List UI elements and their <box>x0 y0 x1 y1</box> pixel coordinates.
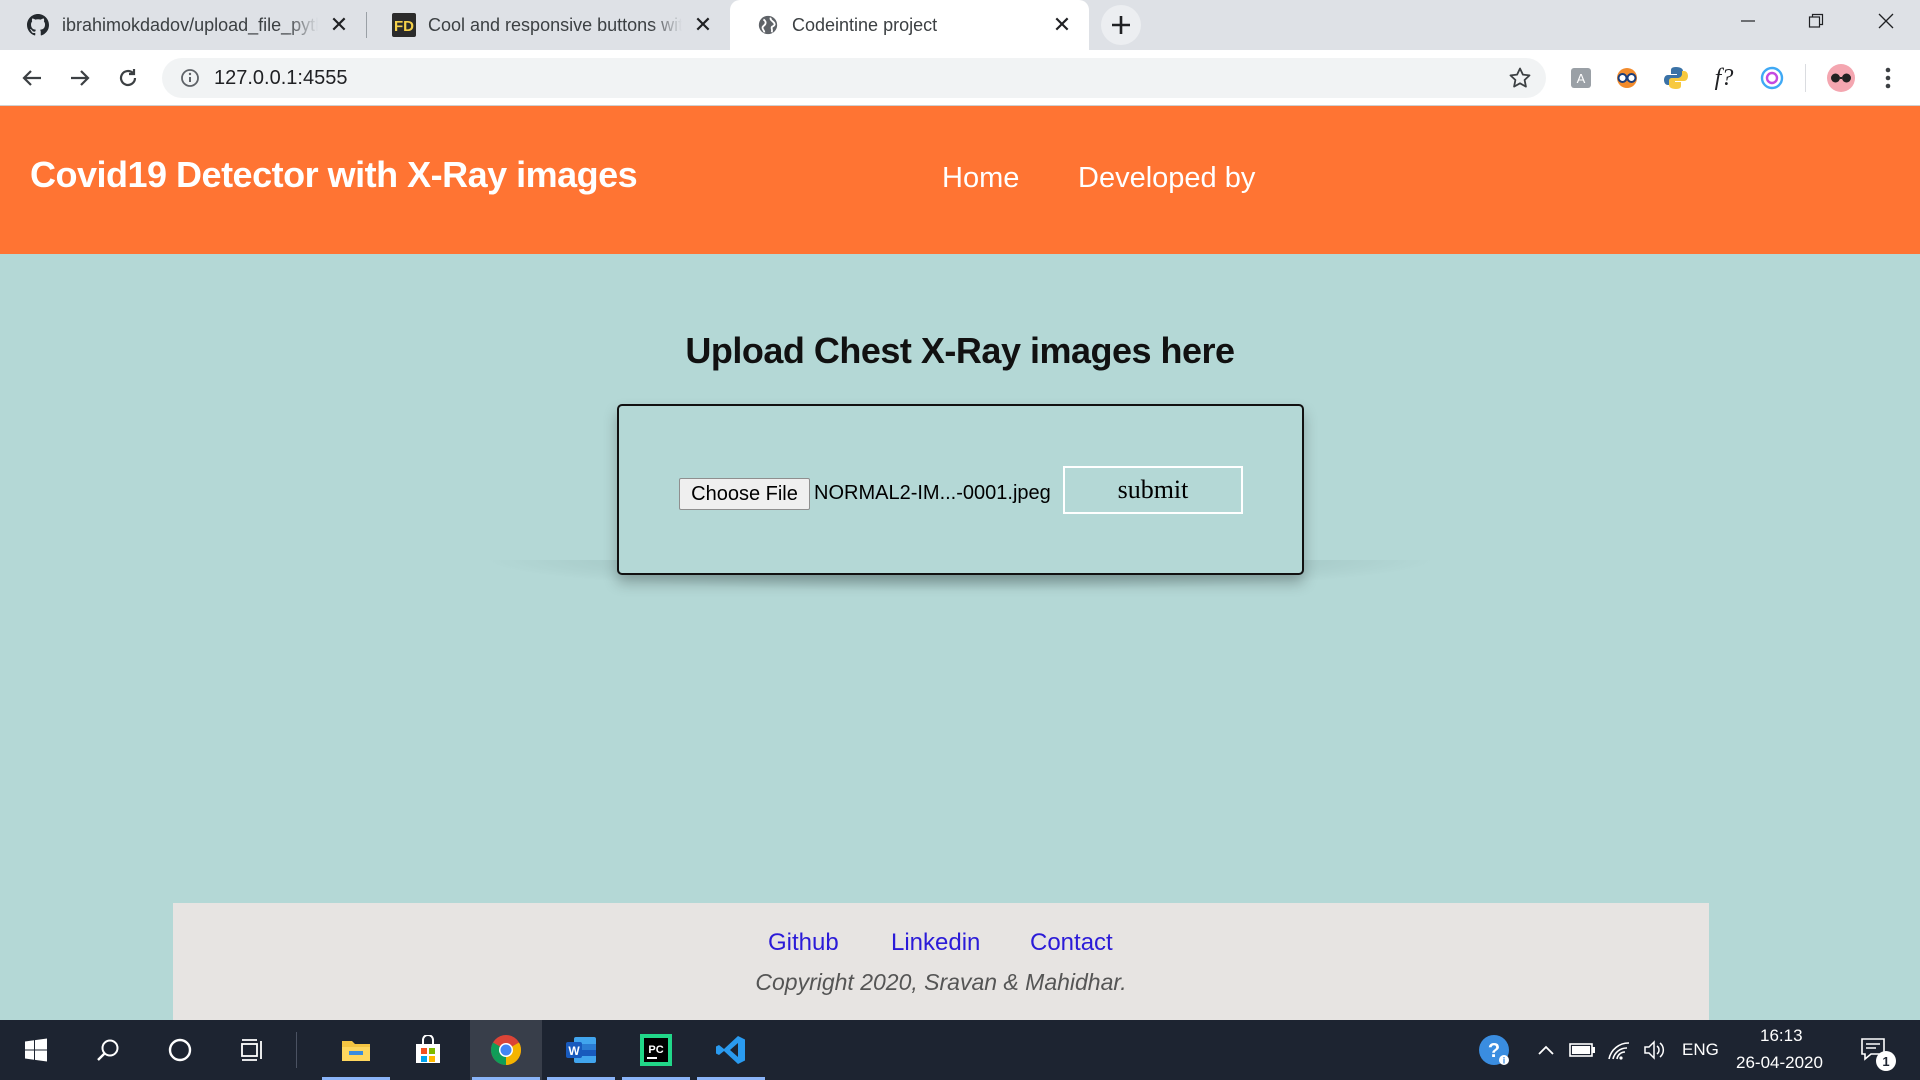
browser-tab-active[interactable]: Codeintine project ✕ <box>730 0 1089 50</box>
github-icon <box>26 13 50 37</box>
task-view-icon[interactable] <box>216 1020 288 1080</box>
pycharm-icon[interactable]: PC <box>620 1020 692 1080</box>
choose-file-button[interactable]: Choose File <box>679 478 810 510</box>
svg-text:FD: FD <box>394 18 414 35</box>
windows-taskbar: W PC ? i ENG 16:13 26-04-2020 1 <box>0 1020 1920 1080</box>
svg-text:A: A <box>1577 71 1586 86</box>
word-icon[interactable]: W <box>545 1020 617 1080</box>
nav-developed-by-link[interactable]: Developed by <box>1078 162 1255 195</box>
svg-text:W: W <box>568 1044 580 1058</box>
close-icon[interactable]: ✕ <box>328 12 350 37</box>
microsoft-store-icon[interactable] <box>392 1020 464 1080</box>
url-text: 127.0.0.1:4555 <box>214 67 348 89</box>
file-explorer-icon[interactable] <box>320 1020 392 1080</box>
forward-arrow-icon[interactable] <box>60 58 100 98</box>
chrome-taskbar-icon[interactable] <box>470 1020 542 1080</box>
windows-start-icon[interactable] <box>0 1020 72 1080</box>
profile-avatar-icon[interactable] <box>1824 64 1858 92</box>
upload-heading: Upload Chest X-Ray images here <box>685 330 1235 371</box>
volume-icon[interactable] <box>1638 1020 1672 1080</box>
address-bar[interactable]: 127.0.0.1:4555 <box>162 58 1546 98</box>
extension-target-icon[interactable] <box>1758 64 1786 92</box>
back-arrow-icon[interactable] <box>12 58 52 98</box>
input-language[interactable]: ENG <box>1682 1040 1719 1060</box>
help-icon[interactable]: ? i <box>1470 1020 1518 1080</box>
notifications-icon[interactable]: 1 <box>1850 1020 1898 1080</box>
taskbar-divider <box>296 1032 297 1068</box>
cortana-icon[interactable] <box>144 1020 216 1080</box>
svg-text:i: i <box>1503 1056 1506 1066</box>
extension-translate-icon[interactable]: A <box>1567 64 1595 92</box>
site-header: Covid19 Detector with X-Ray images Home … <box>0 106 1920 254</box>
show-hidden-icons-chevron-icon[interactable] <box>1530 1020 1562 1080</box>
vscode-icon[interactable] <box>695 1020 767 1080</box>
extension-python-icon[interactable] <box>1662 64 1690 92</box>
minimize-icon[interactable] <box>1714 0 1782 42</box>
upload-form: Choose File NORMAL2-IM...-0001.jpeg subm… <box>617 404 1304 575</box>
bookmark-star-icon[interactable] <box>1506 64 1534 92</box>
browser-tab-github[interactable]: ibrahimokdadov/upload_file_python ✕ <box>0 0 366 50</box>
clock-time[interactable]: 16:13 <box>1760 1026 1803 1046</box>
submit-button[interactable]: submit <box>1063 466 1243 514</box>
restore-icon[interactable] <box>1782 0 1850 42</box>
svg-text:?: ? <box>1488 1040 1500 1062</box>
wifi-icon[interactable] <box>1602 1020 1636 1080</box>
extension-glasses-icon[interactable] <box>1613 64 1641 92</box>
svg-text:PC: PC <box>648 1044 663 1056</box>
toolbar-divider <box>1805 64 1806 92</box>
reload-icon[interactable] <box>108 58 148 98</box>
fd-icon: FD <box>392 13 416 37</box>
browser-tab-strip: ibrahimokdadov/upload_file_python ✕ FD C… <box>0 0 1920 50</box>
selected-file-name: NORMAL2-IM...-0001.jpeg <box>814 482 1051 504</box>
site-title[interactable]: Covid19 Detector with X-Ray images <box>30 154 638 196</box>
menu-kebab-icon[interactable] <box>1874 64 1902 92</box>
footer-github-link[interactable]: Github <box>768 929 839 957</box>
close-icon[interactable]: ✕ <box>1051 12 1073 37</box>
clock-date[interactable]: 26-04-2020 <box>1736 1053 1823 1073</box>
nav-home-link[interactable]: Home <box>942 162 1019 195</box>
globe-icon <box>756 13 780 37</box>
footer-contact-link[interactable]: Contact <box>1030 929 1113 957</box>
copyright-text: Copyright 2020, Sravan & Mahidhar. <box>755 969 1127 995</box>
new-tab-button[interactable] <box>1101 5 1141 45</box>
notification-count-badge: 1 <box>1876 1051 1896 1071</box>
browser-tab-buttons[interactable]: FD Cool and responsive buttons with CSS … <box>366 0 730 50</box>
site-footer: Github Linkedin Contact Copyright 2020, … <box>173 903 1709 1020</box>
search-icon[interactable] <box>72 1020 144 1080</box>
footer-linkedin-link[interactable]: Linkedin <box>891 929 980 957</box>
battery-icon[interactable] <box>1566 1020 1600 1080</box>
close-icon[interactable]: ✕ <box>692 12 714 37</box>
tab-title: Codeintine project <box>792 14 938 35</box>
close-window-icon[interactable] <box>1852 0 1920 42</box>
extension-formula-icon[interactable]: f? <box>1710 64 1738 92</box>
tab-title: Cool and responsive buttons with CSS <box>428 14 682 35</box>
tab-title: ibrahimokdadov/upload_file_python <box>62 14 318 35</box>
browser-toolbar: 127.0.0.1:4555 A f? <box>0 50 1920 106</box>
info-icon[interactable] <box>180 68 200 88</box>
